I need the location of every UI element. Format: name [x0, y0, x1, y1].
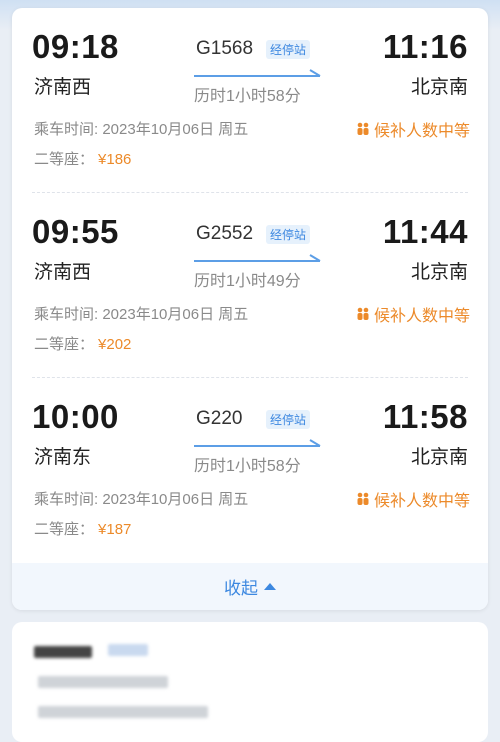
seat-price: ¥202 — [98, 336, 132, 353]
direction-arrow-icon — [194, 254, 321, 262]
train-results-card: 09:18 济南西 G1568 经停站 历时1小时58分 11:16 北京南 乘… — [12, 8, 488, 610]
collapse-button[interactable]: 收起 — [12, 563, 488, 610]
departure-time: 10:00 — [32, 398, 119, 435]
people-icon — [357, 122, 369, 135]
obscured-content — [38, 676, 168, 688]
waitlist-status: 候补人数中等 — [355, 117, 470, 141]
train-number: G220 — [196, 408, 243, 429]
departure-time: 09:55 — [32, 213, 119, 250]
waitlist-label: 候补人数中等 — [373, 123, 470, 140]
trip-duration: 历时1小时58分 — [194, 88, 301, 105]
train-item[interactable]: 09:55 济南西 G2552 经停站 历时1小时49分 11:44 北京南 乘… — [12, 193, 488, 378]
train-item[interactable]: 09:18 济南西 G1568 经停站 历时1小时58分 11:16 北京南 乘… — [12, 8, 488, 193]
collapse-label: 收起 — [224, 579, 258, 598]
direction-arrow-icon — [194, 69, 321, 77]
seat-class: 二等座： — [34, 151, 95, 168]
caret-up-icon — [264, 583, 276, 590]
people-icon — [357, 492, 369, 505]
train-middle: G1568 经停站 历时1小时58分 — [188, 34, 324, 105]
seat-info: 二等座： ¥202 — [34, 333, 131, 354]
seat-class: 二等座： — [34, 521, 95, 538]
train-middle: G2552 经停站 历时1小时49分 — [188, 219, 324, 290]
stops-button[interactable]: 经停站 — [266, 225, 311, 244]
trip-duration: 历时1小时58分 — [194, 458, 301, 475]
stops-button[interactable]: 经停站 — [266, 40, 311, 59]
waitlist-status: 候补人数中等 — [355, 302, 470, 326]
ride-date: 乘车时间: 2023年10月06日 周五 — [34, 491, 249, 508]
arrival-station: 北京南 — [410, 262, 468, 283]
obscured-content — [38, 706, 208, 718]
departure-station: 济南西 — [34, 77, 92, 98]
train-number: G1568 — [196, 38, 254, 59]
train-number: G2552 — [196, 223, 254, 244]
departure-time: 09:18 — [32, 28, 119, 65]
seat-price: ¥187 — [98, 521, 132, 538]
people-icon — [357, 307, 369, 320]
trip-duration: 历时1小时49分 — [194, 273, 301, 290]
train-item[interactable]: 10:00 济南东 G220 经停站 历时1小时58分 11:58 北京南 乘车… — [12, 378, 488, 563]
arrival-station: 北京南 — [410, 77, 468, 98]
stops-button[interactable]: 经停站 — [266, 410, 311, 429]
waitlist-status: 候补人数中等 — [355, 487, 470, 511]
train-middle: G220 经停站 历时1小时58分 — [188, 404, 324, 475]
seat-price: ¥186 — [98, 151, 132, 168]
seat-info: 二等座： ¥186 — [34, 148, 131, 169]
ride-date: 乘车时间: 2023年10月06日 周五 — [34, 306, 249, 323]
departure-station: 济南东 — [34, 447, 92, 468]
obscured-content — [34, 646, 92, 658]
next-card-obscured — [12, 622, 488, 742]
departure-station: 济南西 — [34, 262, 92, 283]
ride-date: 乘车时间: 2023年10月06日 周五 — [34, 121, 249, 138]
seat-class: 二等座： — [34, 336, 95, 353]
obscured-content — [108, 644, 148, 656]
seat-info: 二等座： ¥187 — [34, 518, 131, 539]
arrival-time: 11:44 — [382, 213, 468, 250]
arrival-station: 北京南 — [410, 447, 468, 468]
waitlist-label: 候补人数中等 — [373, 493, 470, 510]
arrival-time: 11:58 — [382, 398, 468, 435]
waitlist-label: 候补人数中等 — [373, 308, 470, 325]
arrival-time: 11:16 — [382, 28, 468, 65]
direction-arrow-icon — [194, 439, 321, 447]
